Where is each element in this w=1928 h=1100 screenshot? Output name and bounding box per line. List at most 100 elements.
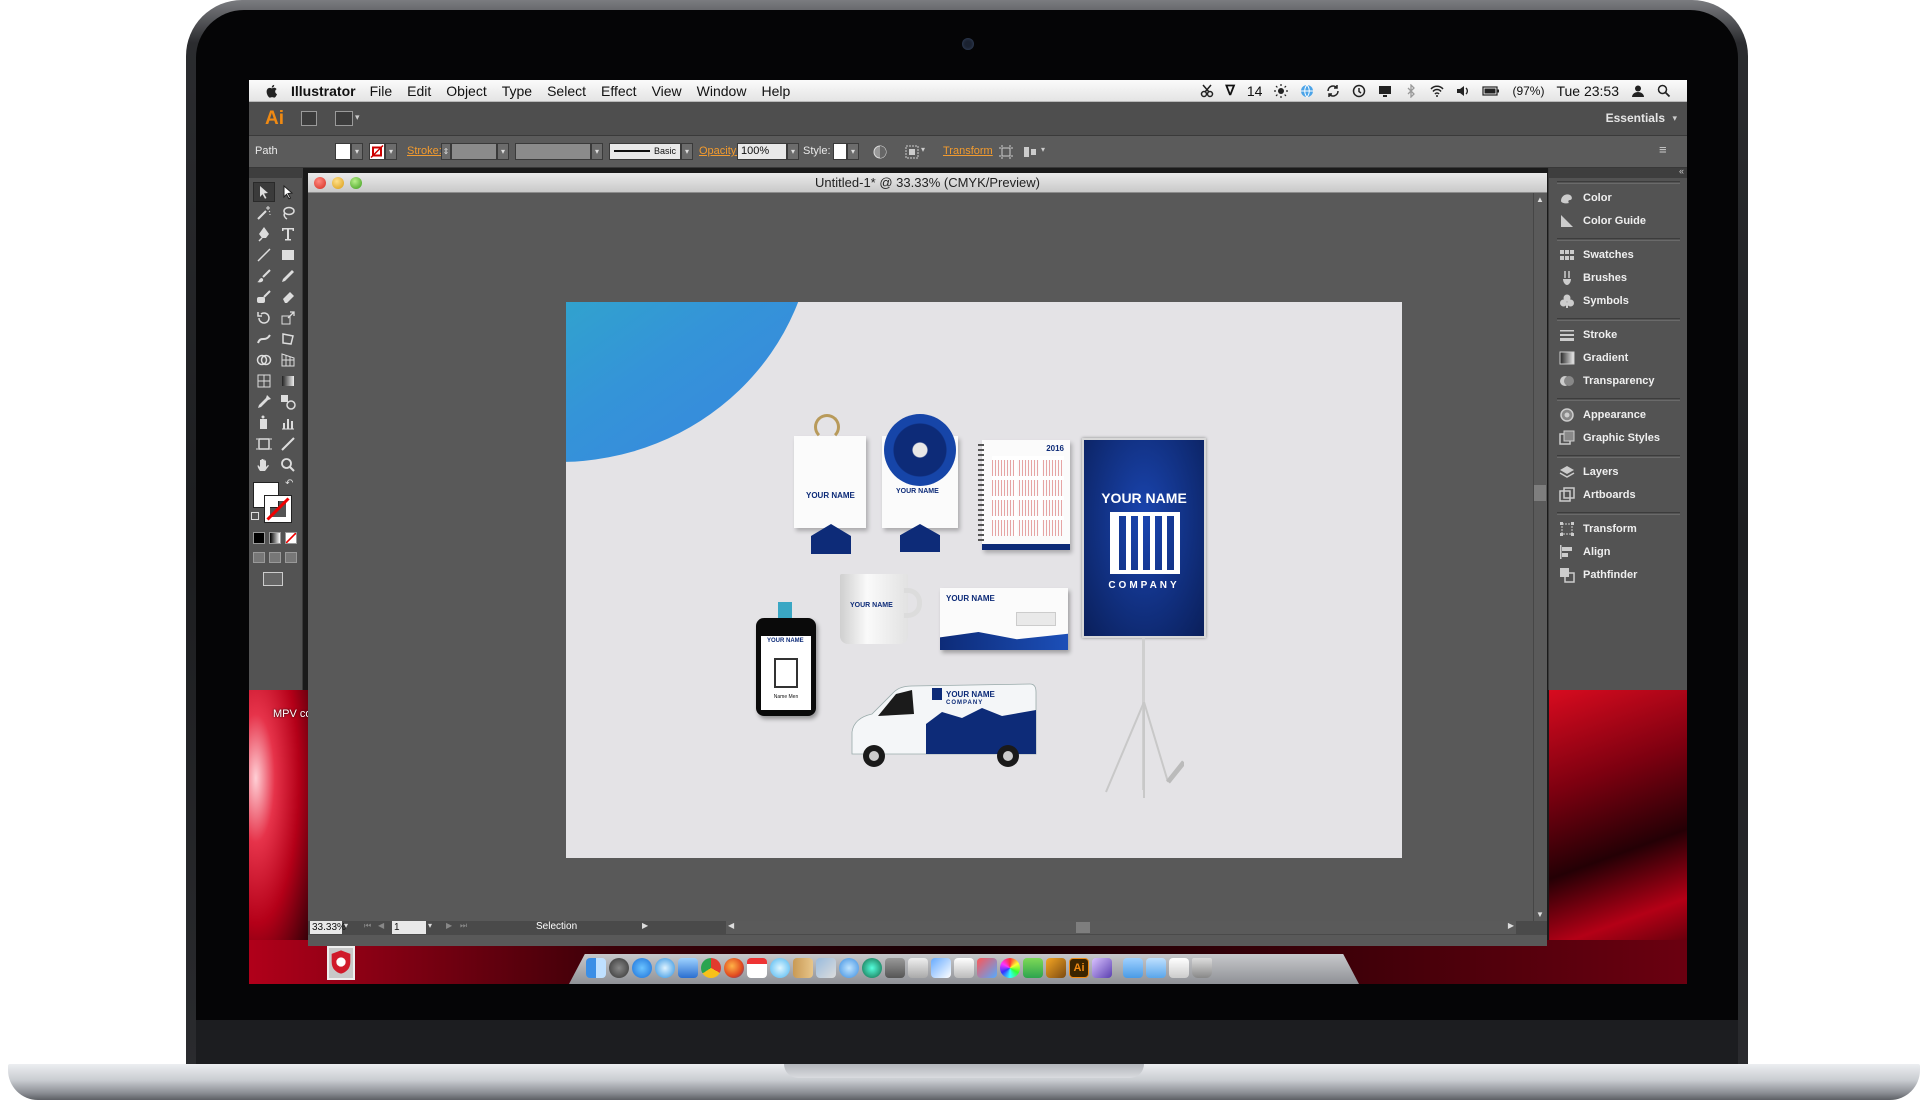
eyedropper-tool[interactable] xyxy=(253,392,275,412)
firefox-icon[interactable] xyxy=(724,958,744,978)
roll-up-banner-mockup[interactable]: YOUR NAME COMPANY xyxy=(1082,438,1206,638)
horizontal-scrollbar[interactable]: ◀ ▶ xyxy=(726,921,1516,934)
gradient-mode-button[interactable] xyxy=(269,532,281,544)
itunes-icon[interactable] xyxy=(839,958,859,978)
bluetooth-icon[interactable] xyxy=(1404,83,1418,98)
messages-icon[interactable] xyxy=(770,958,790,978)
display-icon[interactable] xyxy=(1378,84,1392,98)
panel-swatches[interactable]: Swatches xyxy=(1549,244,1687,266)
feather-app-icon[interactable] xyxy=(1092,958,1112,978)
swap-fill-stroke-icon[interactable]: ↶ xyxy=(285,478,293,489)
paintbrush-tool[interactable] xyxy=(253,266,275,286)
variable-width-dropdown[interactable]: ▾ xyxy=(591,143,603,160)
draw-behind-button[interactable] xyxy=(269,552,281,563)
scale-tool[interactable] xyxy=(277,308,299,328)
opacity-dropdown[interactable]: ▾ xyxy=(787,143,799,160)
collapse-panels-icon[interactable]: « xyxy=(1679,166,1684,176)
desktop-file-label[interactable]: MPV co xyxy=(273,708,312,720)
previous-artboard-icon[interactable]: ◀ xyxy=(378,921,384,930)
media-icon[interactable] xyxy=(977,958,997,978)
type-tool[interactable] xyxy=(277,224,299,244)
zoom-level-field[interactable]: 33.33% xyxy=(310,921,346,934)
status-menu-arrow-icon[interactable]: ▶ xyxy=(642,921,648,930)
time-machine-icon[interactable] xyxy=(1352,84,1366,98)
panel-appearance[interactable]: Appearance xyxy=(1549,404,1687,426)
line-segment-tool[interactable] xyxy=(253,245,275,265)
stroke-color-dropdown[interactable]: ▾ xyxy=(385,143,397,160)
stroke-label[interactable]: Stroke: xyxy=(407,145,442,157)
artboard-number-field[interactable]: 1 xyxy=(392,921,426,934)
stroke-weight-dropdown[interactable]: ▾ xyxy=(497,143,509,160)
scroll-right-icon[interactable]: ▶ xyxy=(1508,921,1514,930)
stroke-swatch[interactable] xyxy=(369,143,385,160)
panel-brushes[interactable]: Brushes xyxy=(1549,267,1687,289)
panel-gradient[interactable]: Gradient xyxy=(1549,347,1687,369)
zoom-tool[interactable] xyxy=(277,455,299,475)
app-store-icon[interactable] xyxy=(632,958,652,978)
finder-icon[interactable] xyxy=(586,958,606,978)
safari-icon[interactable] xyxy=(655,958,675,978)
graphic-style-swatch[interactable] xyxy=(833,143,847,160)
menu-help[interactable]: Help xyxy=(761,83,790,99)
panel-transparency[interactable]: Transparency xyxy=(1549,370,1687,392)
scissors-icon[interactable] xyxy=(1200,84,1214,98)
iphoto-icon[interactable] xyxy=(862,958,882,978)
screenshot-icon[interactable] xyxy=(885,958,905,978)
calendar-icon[interactable] xyxy=(747,958,767,978)
artboard[interactable]: YOUR NAME YOUR NAME 2016 YOUR NAME COMPA… xyxy=(566,302,1402,858)
facetime-icon[interactable] xyxy=(908,958,928,978)
spotlight-search-icon[interactable] xyxy=(1657,84,1671,98)
default-fill-stroke-icon[interactable] xyxy=(251,512,259,520)
envelope-mockup[interactable]: YOUR NAME xyxy=(940,588,1068,650)
panel-align[interactable]: Align xyxy=(1549,541,1687,563)
gradient-swoosh-shape[interactable] xyxy=(566,302,814,462)
shopping-bag-mockup[interactable]: YOUR NAME xyxy=(794,414,866,554)
last-artboard-icon[interactable]: ⏭ xyxy=(460,921,467,931)
brightness-icon[interactable] xyxy=(1274,83,1289,98)
panel-layers[interactable]: Layers xyxy=(1549,461,1687,483)
slice-tool[interactable] xyxy=(277,434,299,454)
adobe-updates-icon[interactable]: ∇ xyxy=(1226,82,1235,99)
panel-graphic-styles[interactable]: Graphic Styles xyxy=(1549,427,1687,449)
user-icon[interactable] xyxy=(1631,84,1645,98)
fill-swatch[interactable] xyxy=(335,143,351,160)
mug-mockup[interactable]: YOUR NAME xyxy=(840,574,922,644)
document-title-bar[interactable]: Untitled-1* @ 33.33% (CMYK/Preview) xyxy=(308,173,1547,193)
utility-icon[interactable] xyxy=(931,958,951,978)
vertical-scrollbar[interactable]: ▲ ▼ xyxy=(1533,193,1547,921)
trash-icon[interactable] xyxy=(1192,958,1212,978)
align-chevron-down-icon[interactable]: ▾ xyxy=(921,145,925,154)
menu-select[interactable]: Select xyxy=(547,83,586,99)
tools-panel-grip[interactable] xyxy=(249,168,303,178)
scroll-down-icon[interactable]: ▼ xyxy=(1536,910,1544,919)
panel-color[interactable]: Color xyxy=(1549,187,1687,209)
garageband-icon[interactable] xyxy=(1046,958,1066,978)
none-mode-button[interactable] xyxy=(285,532,297,544)
workspace-switcher[interactable]: Essentials xyxy=(1606,111,1665,125)
apple-icon[interactable] xyxy=(263,83,281,99)
menu-window[interactable]: Window xyxy=(697,83,747,99)
photos-icon[interactable] xyxy=(816,958,836,978)
globe-icon[interactable] xyxy=(1300,84,1314,98)
zoom-chevron-down-icon[interactable]: ▾ xyxy=(344,921,348,930)
scroll-up-icon[interactable]: ▲ xyxy=(1536,195,1544,204)
menu-file[interactable]: File xyxy=(370,83,393,99)
draw-inside-button[interactable] xyxy=(285,552,297,563)
free-transform-tool[interactable] xyxy=(277,329,299,349)
downloads-folder-icon[interactable] xyxy=(1146,958,1166,978)
perspective-grid-tool[interactable] xyxy=(277,350,299,370)
variable-width-profile[interactable] xyxy=(515,143,591,160)
panel-transform[interactable]: Transform xyxy=(1549,518,1687,540)
blob-brush-tool[interactable] xyxy=(253,287,275,307)
rectangle-tool[interactable] xyxy=(277,245,299,265)
opacity-field[interactable]: 100% xyxy=(737,143,787,160)
folder-icon[interactable] xyxy=(1123,958,1143,978)
vertical-scroll-thumb[interactable] xyxy=(1534,485,1546,501)
panel-artboards[interactable]: Artboards xyxy=(1549,484,1687,506)
menu-object[interactable]: Object xyxy=(446,83,486,99)
distribute-icon[interactable] xyxy=(1023,145,1037,159)
selection-tool[interactable] xyxy=(253,182,275,202)
calendar-mockup[interactable]: 2016 xyxy=(978,440,1070,550)
distribute-chevron-down-icon[interactable]: ▾ xyxy=(1041,145,1045,154)
lasso-tool[interactable] xyxy=(277,203,299,223)
